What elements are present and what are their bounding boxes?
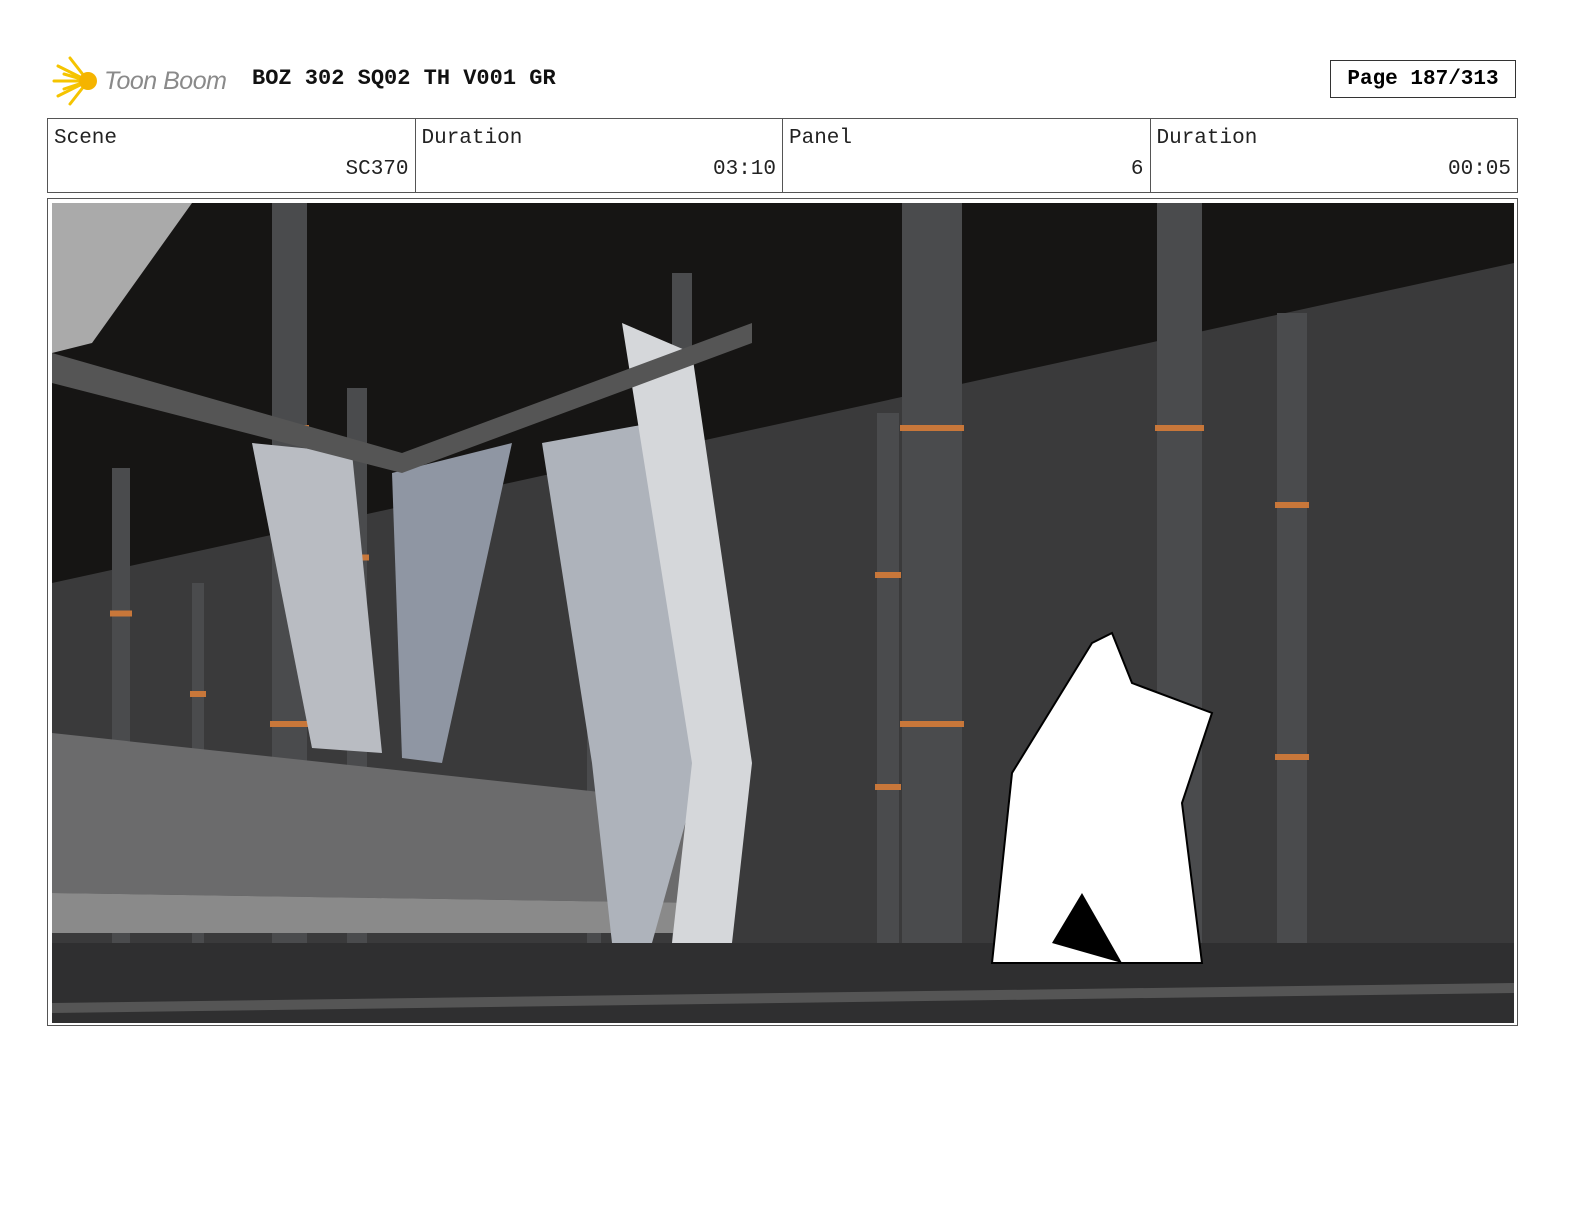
panel-info-table: Scene SC370 Duration 03:10 Panel 6 Durat… (47, 118, 1518, 193)
column-band (1275, 754, 1309, 760)
column-band (190, 691, 206, 697)
panel-cell: Panel 6 (783, 119, 1151, 192)
panel-duration-label: Duration (1156, 127, 1258, 150)
panel-label: Panel (789, 127, 853, 150)
column (902, 203, 962, 943)
column-band (875, 572, 901, 578)
scene-duration-label: Duration (421, 127, 523, 150)
panel-value: 6 (1130, 158, 1144, 181)
column-band (900, 721, 964, 727)
panel-image (52, 203, 1514, 1023)
column-band (900, 425, 964, 431)
column-band (875, 784, 901, 790)
scene-value: SC370 (345, 158, 409, 181)
starburst-icon (52, 56, 97, 106)
toon-boom-logo: Toon Boom (50, 56, 240, 106)
storyboard-panel (47, 198, 1518, 1026)
column-band (1275, 502, 1309, 508)
column-band (270, 721, 309, 727)
column-band (110, 610, 132, 617)
page-number: Page 187/313 (1330, 60, 1516, 98)
panel-duration-cell: Duration 00:05 (1151, 119, 1518, 192)
column (877, 413, 899, 943)
column-band (1155, 425, 1204, 431)
scene-cell: Scene SC370 (48, 119, 416, 192)
project-title: BOZ 302 SQ02 TH V001 GR (252, 66, 556, 91)
panel-duration-value: 00:05 (1447, 158, 1511, 181)
column (1277, 313, 1307, 943)
scene-duration-value: 03:10 (712, 158, 776, 181)
scene-label: Scene (54, 127, 118, 150)
scene-duration-cell: Duration 03:10 (416, 119, 783, 192)
logo-text: Toon Boom (104, 66, 227, 95)
